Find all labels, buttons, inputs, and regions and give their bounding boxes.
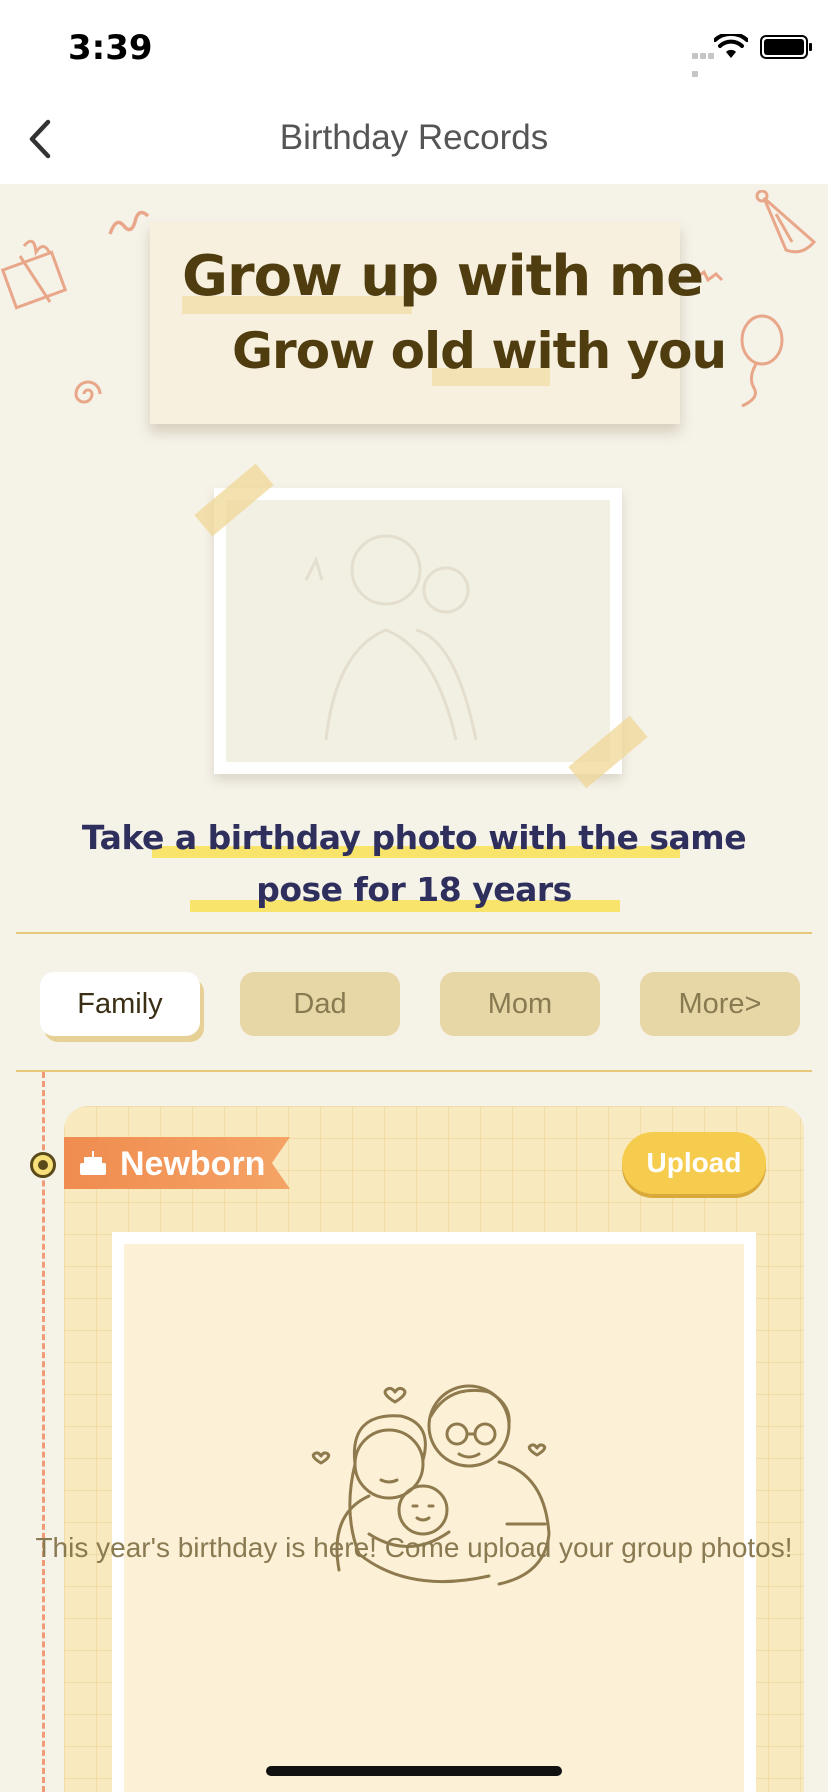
banner-line-2: Grow old with you (232, 322, 727, 380)
stage-label: Newborn (120, 1145, 266, 1183)
slogan-text: Take a birthday photo with the same pose… (0, 812, 828, 916)
home-indicator[interactable] (266, 1766, 562, 1776)
gift-icon (0, 239, 68, 310)
nav-bar: Birthday Records (0, 96, 828, 184)
content-area: Grow up with me Grow old with you Take a… (0, 184, 828, 1792)
divider (16, 932, 812, 934)
page-title: Birthday Records (279, 118, 549, 157)
grandparent-child-illustration (304, 534, 478, 741)
sample-photo-placeholder (226, 500, 610, 762)
cake-icon (80, 1151, 106, 1175)
tab-more[interactable]: More> (640, 972, 800, 1036)
upload-button[interactable]: Upload (622, 1132, 766, 1194)
stage-ribbon: Newborn (64, 1137, 290, 1189)
sample-photo-frame (194, 463, 648, 789)
upload-placeholder (124, 1244, 744, 1792)
slogan-line-1: Take a birthday photo with the same (81, 818, 747, 857)
confetti-icon (108, 210, 150, 235)
balloon-icon (740, 314, 784, 408)
party-hat-icon (755, 190, 817, 254)
slogan-banner: Grow up with me Grow old with you (150, 222, 727, 424)
timeline-marker (30, 1152, 56, 1178)
tab-family[interactable]: Family (40, 972, 200, 1036)
banner-line-1: Grow up with me (182, 244, 704, 309)
status-bar: 3:39 (0, 0, 828, 96)
tab-mom[interactable]: Mom (440, 972, 600, 1036)
timeline-line (42, 1072, 45, 1792)
slogan-line-2: pose for 18 years (256, 870, 572, 909)
divider (16, 1070, 812, 1072)
upload-photo-area[interactable] (112, 1232, 756, 1792)
swirl-icon (74, 380, 102, 404)
upload-hint: This year's birthday is here! Come uploa… (35, 1532, 793, 1563)
status-time: 3:39 (68, 28, 153, 68)
battery-icon (760, 35, 812, 59)
wifi-icon (714, 34, 748, 58)
tab-dad[interactable]: Dad (240, 972, 400, 1036)
